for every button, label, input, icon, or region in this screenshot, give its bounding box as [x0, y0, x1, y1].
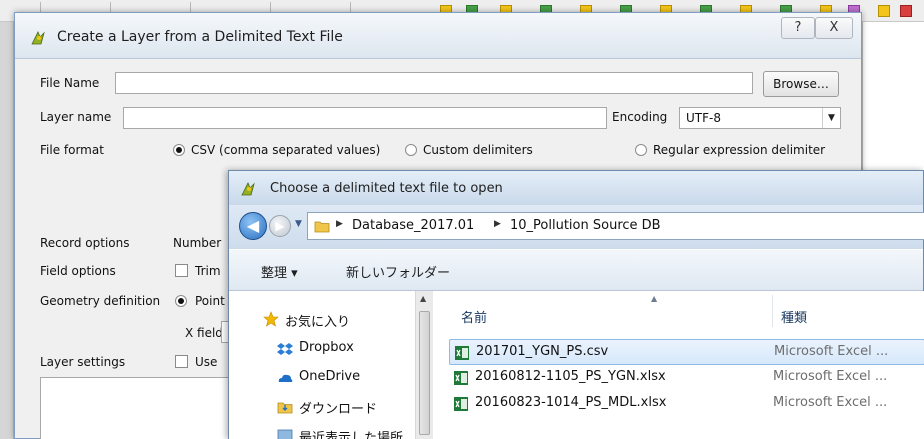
encoding-value: UTF-8 — [686, 111, 721, 125]
browse-button[interactable]: Browse… — [763, 71, 839, 97]
column-divider[interactable] — [772, 295, 773, 327]
layers-panel-edge — [0, 22, 14, 439]
excel-file-icon — [455, 346, 469, 360]
nav-item-favorites[interactable]: お気に入り — [285, 311, 350, 330]
new-folder-button[interactable]: 新しいフォルダー — [346, 262, 450, 281]
file-open-dialog: Choose a delimited text file to open ◀ ▶… — [228, 170, 924, 439]
help-button[interactable]: ? — [781, 17, 815, 39]
download-folder-icon — [277, 402, 293, 414]
organize-menu[interactable]: 整理 ▾ — [261, 262, 298, 281]
add-layer-icon[interactable] — [900, 5, 912, 17]
geometry-definition-label: Geometry definition — [40, 294, 161, 308]
chevron-down-icon: ▼ — [822, 108, 840, 128]
point-coordinates-label: Point — [195, 294, 225, 308]
breadcrumb-separator-icon[interactable]: ▶ — [494, 219, 501, 229]
custom-delimiters-radio[interactable] — [405, 144, 417, 156]
sample-data-table[interactable] — [40, 377, 240, 439]
excel-file-icon — [454, 397, 468, 411]
file-row-selected[interactable]: 201701_YGN_PS.csv Microsoft Excel ... — [449, 339, 924, 365]
add-layer-icon[interactable] — [878, 5, 890, 17]
breadcrumb-item[interactable]: 10_Pollution Source DB — [510, 218, 661, 233]
qgis-logo-icon — [241, 182, 255, 196]
spatial-index-label: Use — [195, 355, 218, 369]
dialog-titlebar[interactable]: Create a Layer from a Delimited Text Fil… — [15, 13, 861, 59]
navigation-pane: お気に入り Dropbox OneDrive ダウンロード 最近表示した場所 ▲ — [229, 291, 433, 439]
file-type: Microsoft Excel ... — [773, 369, 888, 384]
forward-button[interactable]: ▶ — [269, 215, 291, 237]
regex-delimiter-label: Regular expression delimiter — [653, 143, 826, 157]
encoding-select[interactable]: UTF-8 ▼ — [679, 107, 841, 129]
onedrive-icon — [278, 374, 293, 382]
close-button[interactable]: X — [815, 17, 853, 39]
regex-delimiter-radio[interactable] — [635, 144, 647, 156]
sort-ascending-icon: ▲ — [651, 294, 658, 303]
trim-fields-label: Trim — [195, 264, 221, 278]
folder-icon — [314, 221, 330, 233]
navigation-scrollbar[interactable]: ▲ — [415, 291, 433, 439]
recent-locations-chevron-icon[interactable]: ▼ — [295, 219, 302, 229]
scrollbar-thumb[interactable] — [419, 311, 430, 435]
dialog-title: Create a Layer from a Delimited Text Fil… — [57, 29, 343, 45]
file-row[interactable]: 20160812-1105_PS_YGN.xlsx Microsoft Exce… — [449, 365, 924, 391]
record-options-label: Record options — [40, 236, 130, 250]
csv-radio[interactable] — [173, 144, 185, 156]
file-dialog-title: Choose a delimited text file to open — [270, 181, 503, 196]
file-row[interactable]: 20160823-1014_PS_MDL.xlsx Microsoft Exce… — [449, 391, 924, 417]
screen: Create a Layer from a Delimited Text Fil… — [0, 0, 924, 439]
column-header-name[interactable]: 名前 — [461, 307, 487, 326]
layer-name-input[interactable] — [123, 107, 607, 129]
file-type: Microsoft Excel ... — [774, 344, 889, 359]
record-options-text: Number — [173, 236, 222, 250]
scroll-up-icon[interactable]: ▲ — [420, 294, 426, 303]
file-list: 名前 ▲ 種類 201701_YGN_PS.csv Microsoft Exce… — [433, 291, 924, 439]
arrow-left-icon: ◀ — [246, 216, 260, 235]
breadcrumb-item[interactable]: Database_2017.01 — [352, 218, 474, 233]
trim-fields-checkbox[interactable] — [175, 264, 188, 277]
file-name: 20160812-1105_PS_YGN.xlsx — [475, 369, 666, 384]
file-type: Microsoft Excel ... — [773, 395, 888, 410]
spatial-index-checkbox[interactable] — [175, 355, 188, 368]
breadcrumb-separator-icon[interactable]: ▶ — [336, 219, 343, 229]
nav-item-dropbox[interactable]: Dropbox — [299, 340, 354, 355]
file-name: 20160823-1014_PS_MDL.xlsx — [475, 395, 667, 410]
x-field-label: X field — [185, 326, 223, 340]
column-header-type[interactable]: 種類 — [781, 307, 807, 326]
nav-item-recent-places[interactable]: 最近表示した場所 — [299, 427, 403, 439]
encoding-label: Encoding — [612, 110, 668, 124]
file-name-label: File Name — [40, 76, 100, 90]
file-format-label: File format — [40, 143, 104, 157]
nav-item-onedrive[interactable]: OneDrive — [299, 369, 360, 384]
command-bar: 整理 ▾ 新しいフォルダー — [229, 249, 923, 291]
layer-name-label: Layer name — [40, 110, 112, 124]
star-icon — [263, 311, 279, 327]
file-name: 201701_YGN_PS.csv — [476, 344, 609, 359]
breadcrumb[interactable]: ▶ Database_2017.01 ▶ 10_Pollution Source… — [307, 212, 924, 240]
address-bar-area: ◀ ▶ ▼ ▶ Database_2017.01 ▶ 10_Pollution … — [229, 205, 924, 249]
back-button[interactable]: ◀ — [239, 212, 267, 240]
point-coordinates-radio[interactable] — [175, 295, 187, 307]
excel-file-icon — [454, 371, 468, 385]
file-name-input[interactable] — [115, 72, 753, 94]
dropbox-icon — [277, 343, 293, 355]
nav-item-downloads[interactable]: ダウンロード — [299, 398, 377, 417]
field-options-label: Field options — [40, 264, 116, 278]
csv-option-label: CSV (comma separated values) — [191, 143, 381, 157]
arrow-right-icon: ▶ — [275, 219, 285, 233]
file-dialog-titlebar[interactable]: Choose a delimited text file to open — [229, 171, 923, 205]
layer-settings-label: Layer settings — [40, 355, 126, 369]
custom-delimiters-label: Custom delimiters — [423, 143, 533, 157]
recent-places-icon — [277, 429, 293, 439]
qgis-logo-icon — [31, 31, 45, 45]
